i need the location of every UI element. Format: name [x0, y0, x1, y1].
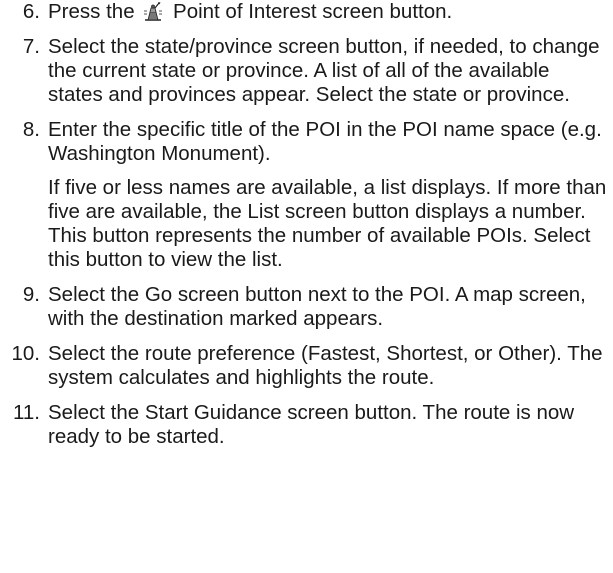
step-11: 11. Select the Start Guidance screen but…: [0, 401, 613, 449]
step-10: 10. Select the route preference (Fastest…: [0, 342, 613, 390]
step-number: 11.: [13, 401, 40, 424]
step-7: 7. Select the state/province screen butt…: [0, 35, 613, 107]
step-text: Enter the specific title of the POI in t…: [48, 118, 608, 272]
step-number: 7.: [22, 35, 40, 58]
step-number: 6.: [22, 0, 40, 23]
instruction-list: 6. Press the Point of Interest screen bu…: [0, 0, 613, 460]
step-text-after-icon: Point of Interest screen button.: [173, 0, 453, 23]
step-9: 9. Select the Go screen button next to t…: [0, 283, 613, 331]
step-8: 8. Enter the specific title of the POI i…: [0, 118, 613, 272]
point-of-interest-icon: [142, 1, 164, 21]
step-text: Press the Point of Interest screen butto…: [48, 0, 608, 24]
step-text: Select the Go screen button next to the …: [48, 283, 608, 331]
step-number: 9.: [22, 283, 40, 306]
step-text: Select the route preference (Fastest, Sh…: [48, 342, 608, 390]
step-paragraph: If five or less names are available, a l…: [48, 176, 607, 271]
step-number: 10.: [11, 342, 41, 365]
step-6: 6. Press the Point of Interest screen bu…: [0, 0, 613, 24]
step-text: Select the state/province screen button,…: [48, 35, 608, 107]
step-text: Select the Start Guidance screen button.…: [48, 401, 608, 449]
step-paragraph: Select the Go screen button next to the …: [48, 283, 586, 330]
step-number: 8.: [22, 118, 40, 141]
step-text-before-icon: Press the: [48, 0, 135, 23]
step-paragraph: Select the route preference (Fastest, Sh…: [48, 342, 603, 389]
step-paragraph: Enter the specific title of the POI in t…: [48, 118, 602, 165]
step-paragraph: Select the Start Guidance screen button.…: [48, 401, 575, 448]
step-paragraph: Select the state/province screen button,…: [48, 35, 600, 106]
